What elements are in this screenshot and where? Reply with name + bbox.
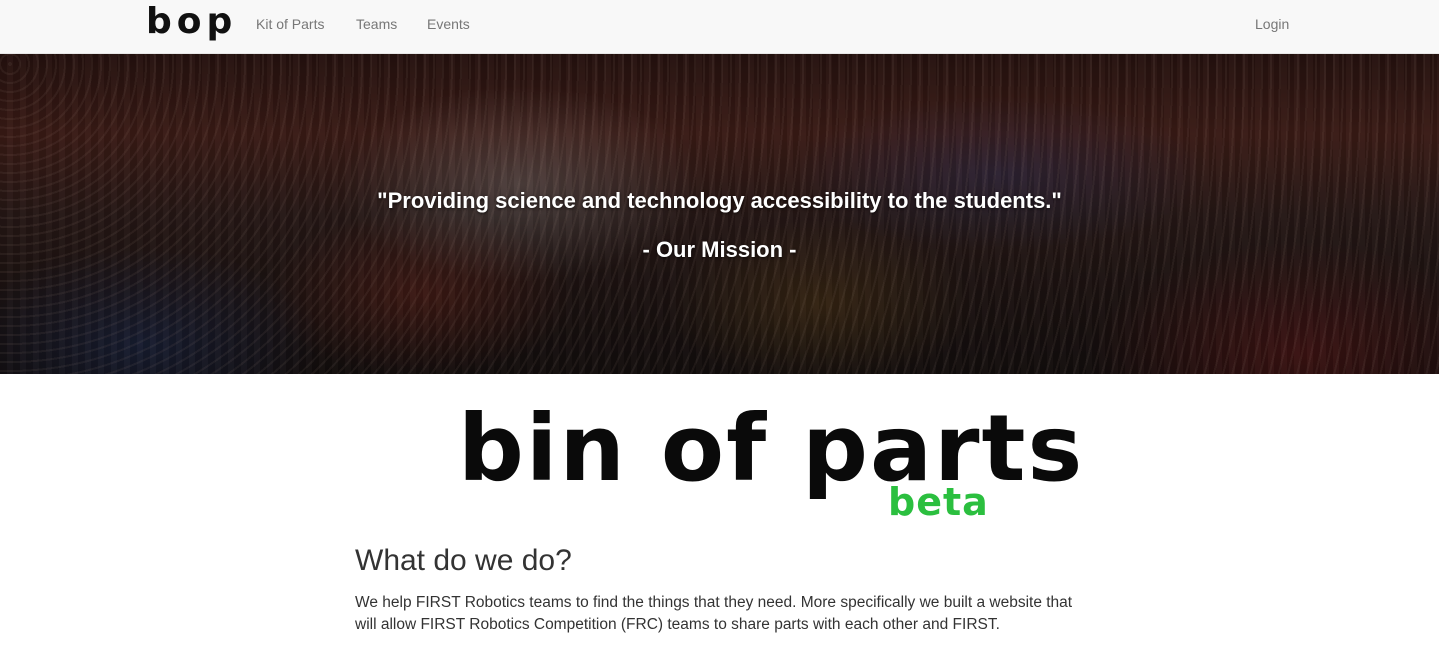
hero-overlay — [0, 54, 1439, 374]
about-body: We help FIRST Robotics teams to find the… — [355, 594, 1073, 633]
login-link[interactable]: Login — [1255, 16, 1289, 32]
nav-link-kit-of-parts[interactable]: Kit of Parts — [256, 16, 324, 32]
mission-quote: "Providing science and technology access… — [377, 188, 1062, 213]
hero-banner: "Providing science and technology access… — [0, 54, 1439, 374]
logo-wordmark: bin of parts — [458, 395, 1085, 502]
bin-of-parts-logo: bin of parts beta — [458, 394, 1082, 529]
nav-link-teams[interactable]: Teams — [356, 16, 397, 32]
about-section: What do we do? We help FIRST Robotics te… — [355, 540, 1095, 636]
mission-subtitle: - Our Mission - — [642, 237, 797, 262]
beta-badge: beta — [888, 480, 989, 524]
top-navbar: bop Kit of Parts Teams Events Login — [0, 0, 1439, 54]
nav-link-events[interactable]: Events — [427, 16, 470, 32]
about-heading: What do we do? — [355, 544, 572, 577]
brand-logo-link[interactable]: bop — [146, 0, 237, 50]
